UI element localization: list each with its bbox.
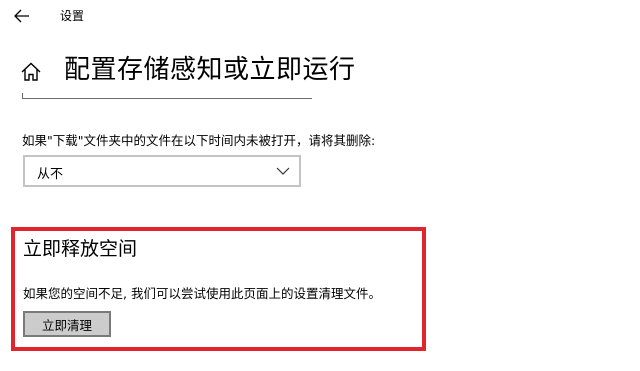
back-button[interactable]: [8, 4, 36, 28]
downloads-delete-label: 如果"下载"文件夹中的文件在以下时间内未被打开，请将其删除:: [22, 133, 376, 148]
header-divider: [22, 98, 312, 99]
dropdown-selected-value: 从不: [37, 167, 64, 182]
chevron-down-icon: [276, 167, 290, 175]
window-title: 设置: [60, 9, 85, 23]
page-title: 配置存储感知或立即运行: [64, 55, 356, 85]
free-space-heading: 立即释放空间: [23, 238, 138, 260]
clean-now-button[interactable]: 立即清理: [23, 311, 111, 337]
free-space-description: 如果您的空间不足, 我们可以尝试使用此页面上的设置清理文件。: [23, 286, 381, 301]
home-icon[interactable]: [20, 61, 42, 83]
settings-page: 设置 配置存储感知或立即运行 如果"下载"文件夹中的文件在以下时间内未被打开，请…: [0, 0, 640, 371]
downloads-delete-dropdown[interactable]: 从不: [23, 155, 301, 187]
back-arrow-icon: [14, 9, 29, 23]
